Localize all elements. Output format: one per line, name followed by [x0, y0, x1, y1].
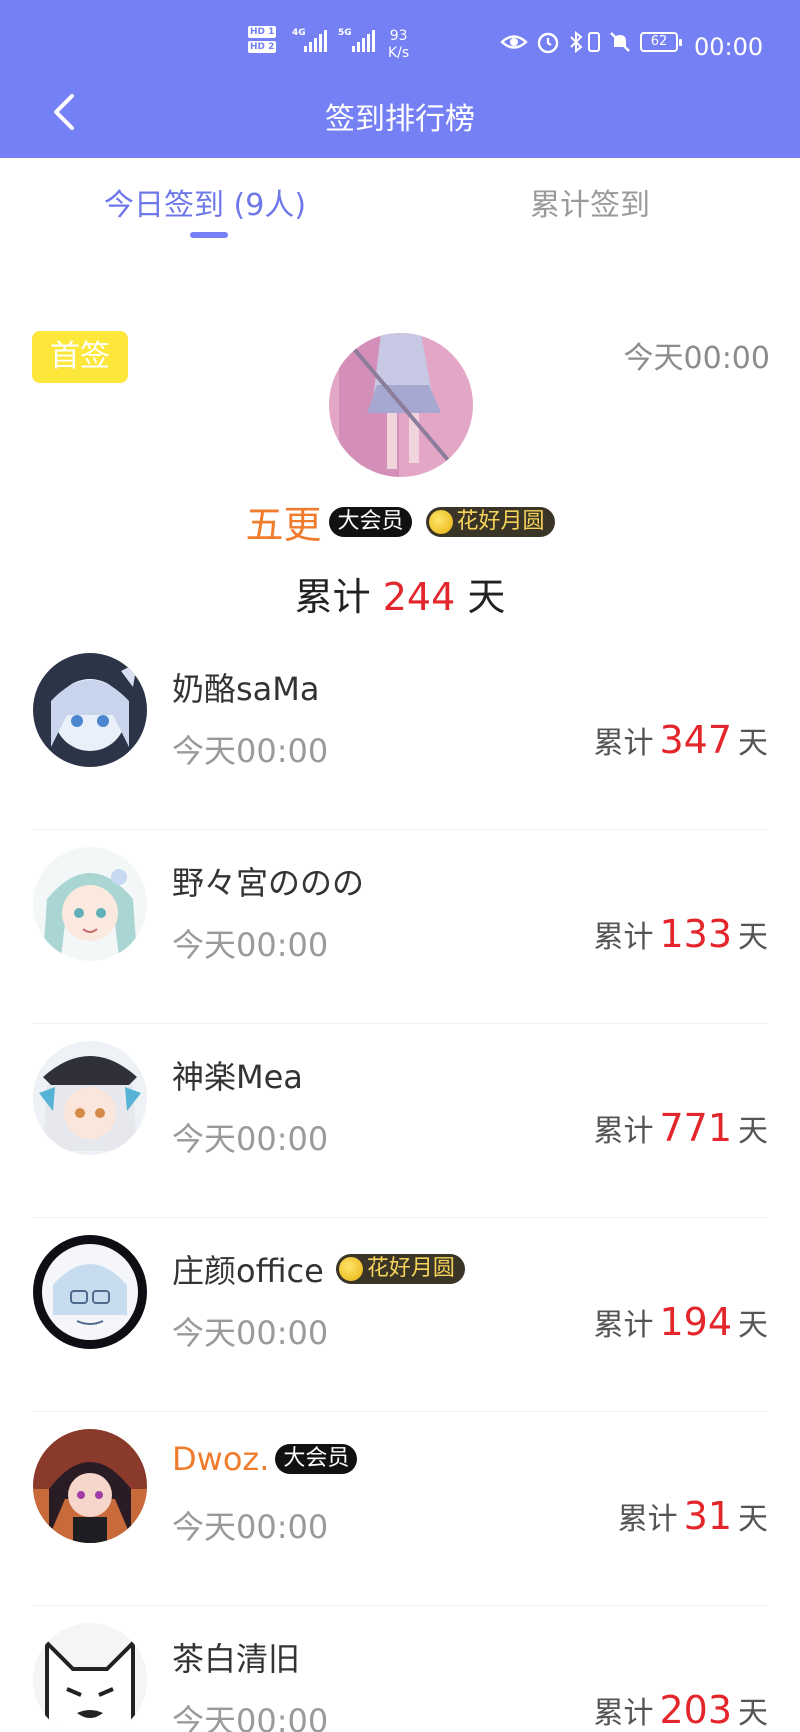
mute-bell-icon [608, 30, 632, 58]
alarm-icon [536, 30, 560, 58]
total-prefix: 累计 [593, 1114, 654, 1149]
total-suffix: 天 [738, 1114, 768, 1149]
avatar[interactable] [33, 1041, 147, 1155]
app-root: HD 1 HD 2 4G 5G 93 K/s 62 00:00 签到排行榜 今日… [0, 0, 800, 1732]
total-prefix: 累计 [593, 726, 654, 761]
row-name-line: 神楽Mea [172, 1052, 303, 1098]
user-name[interactable]: 神楽Mea [172, 1052, 303, 1098]
row-total: 累计 771 天 [593, 1106, 768, 1150]
champion-total-suffix: 天 [467, 575, 506, 619]
row-name-line: 奶酪saMa [172, 664, 320, 710]
user-name[interactable]: 野々宮ののの [172, 858, 364, 904]
list-item[interactable]: 奶酪saMa 今天00:00 累计 347 天 [0, 636, 800, 830]
total-days: 31 [683, 1494, 732, 1538]
list-item[interactable]: 野々宮ののの 今天00:00 累计 133 天 [0, 830, 800, 1024]
bluetooth-icon [568, 30, 584, 58]
total-days: 347 [659, 718, 732, 762]
row-total: 累计 31 天 [618, 1494, 768, 1538]
battery-indicator: 62 [640, 32, 682, 52]
user-name[interactable]: 庄颜office [172, 1246, 324, 1292]
total-days: 771 [659, 1106, 732, 1150]
row-total: 累计 133 天 [593, 912, 768, 956]
sim1-label: HD 1 [248, 26, 277, 38]
list-item[interactable]: 茶白清旧 今天00:00 累计 203 天 [0, 1606, 800, 1732]
vip-badge: 大会员 [329, 506, 412, 537]
signin-time: 今天00:00 [172, 926, 329, 964]
signal-4g-icon [304, 30, 327, 52]
status-clock: 00:00 [694, 33, 764, 61]
avatar[interactable] [33, 653, 147, 767]
network-5g-label: 5G [338, 28, 352, 38]
tab-today-signin[interactable]: 今日签到 (9人) [104, 180, 306, 224]
avatar[interactable] [33, 1429, 147, 1543]
total-prefix: 累计 [617, 1502, 678, 1537]
champion-total-days: 244 [382, 575, 456, 619]
user-name[interactable]: 茶白清旧 [172, 1634, 300, 1680]
tab-bar: 今日签到 (9人) 累计签到 [0, 158, 800, 248]
champion-name-row: 五更 大会员 花好月圆 [0, 494, 800, 549]
tab-cumulative-signin[interactable]: 累计签到 [530, 180, 650, 224]
total-prefix: 累计 [593, 1696, 654, 1731]
eye-icon [500, 30, 528, 58]
user-name[interactable]: Dwoz. [172, 1440, 269, 1478]
header-bar: HD 1 HD 2 4G 5G 93 K/s 62 00:00 签到排行榜 [0, 0, 800, 158]
row-total: 累计 347 天 [593, 718, 768, 762]
total-suffix: 天 [738, 920, 768, 955]
total-days: 133 [659, 912, 732, 956]
total-prefix: 累计 [593, 1308, 654, 1343]
signin-time: 今天00:00 [172, 1314, 329, 1352]
champion-avatar[interactable] [329, 333, 473, 477]
total-suffix: 天 [738, 726, 768, 761]
first-signin-badge: 首签 [32, 331, 128, 383]
vip-badge: 大会员 [275, 1444, 358, 1474]
total-prefix: 累计 [593, 920, 654, 955]
avatar[interactable] [33, 1623, 147, 1732]
signin-time: 今天00:00 [172, 1702, 329, 1732]
coin-icon [338, 1257, 363, 1281]
list-item[interactable]: 神楽Mea 今天00:00 累计 771 天 [0, 1024, 800, 1218]
avatar[interactable] [33, 847, 147, 961]
avatar[interactable] [33, 1235, 147, 1349]
total-days: 194 [659, 1300, 732, 1344]
medal-label: 花好月圆 [366, 1256, 455, 1281]
vibrate-icon [586, 30, 602, 58]
champion-name[interactable]: 五更 [245, 494, 321, 549]
total-days: 203 [659, 1688, 732, 1732]
medal-label: 花好月圆 [456, 508, 545, 534]
signin-time: 今天00:00 [172, 1120, 329, 1158]
row-name-line: 庄颜office 花好月圆 [172, 1246, 465, 1292]
medal-badge: 花好月圆 [425, 506, 555, 537]
list-item[interactable]: 庄颜office 花好月圆 今天00:00 累计 194 天 [0, 1218, 800, 1412]
row-name-line: Dwoz. 大会员 [172, 1440, 358, 1478]
user-name[interactable]: 奶酪saMa [172, 664, 320, 710]
signal-5g-icon [352, 30, 375, 52]
sim2-label: HD 2 [248, 41, 277, 53]
sim-indicators: HD 1 HD 2 [248, 26, 284, 56]
page-title: 签到排行榜 [325, 102, 475, 137]
row-total: 累计 203 天 [593, 1688, 768, 1732]
total-suffix: 天 [738, 1502, 768, 1537]
coin-icon [428, 509, 453, 534]
total-suffix: 天 [738, 1308, 768, 1343]
champion-time: 今天00:00 [623, 341, 770, 376]
list-item[interactable]: Dwoz. 大会员 今天00:00 累计 31 天 [0, 1412, 800, 1606]
row-total: 累计 194 天 [593, 1300, 768, 1344]
row-name-line: 茶白清旧 [172, 1634, 300, 1680]
medal-badge: 花好月圆 [335, 1254, 465, 1284]
signin-time: 今天00:00 [172, 732, 329, 770]
champion-total-prefix: 累计 [294, 575, 371, 619]
signin-time: 今天00:00 [172, 1508, 329, 1546]
row-name-line: 野々宮ののの [172, 858, 364, 904]
status-bar: HD 1 HD 2 4G 5G 93 K/s 62 00:00 [0, 20, 800, 68]
network-speed-value: 93 [389, 28, 408, 44]
network-speed: 93 K/s [388, 28, 409, 62]
total-suffix: 天 [738, 1696, 768, 1731]
network-speed-unit: K/s [388, 45, 410, 61]
tab-active-indicator [190, 232, 228, 238]
champion-total: 累计 244 天 [0, 566, 800, 621]
